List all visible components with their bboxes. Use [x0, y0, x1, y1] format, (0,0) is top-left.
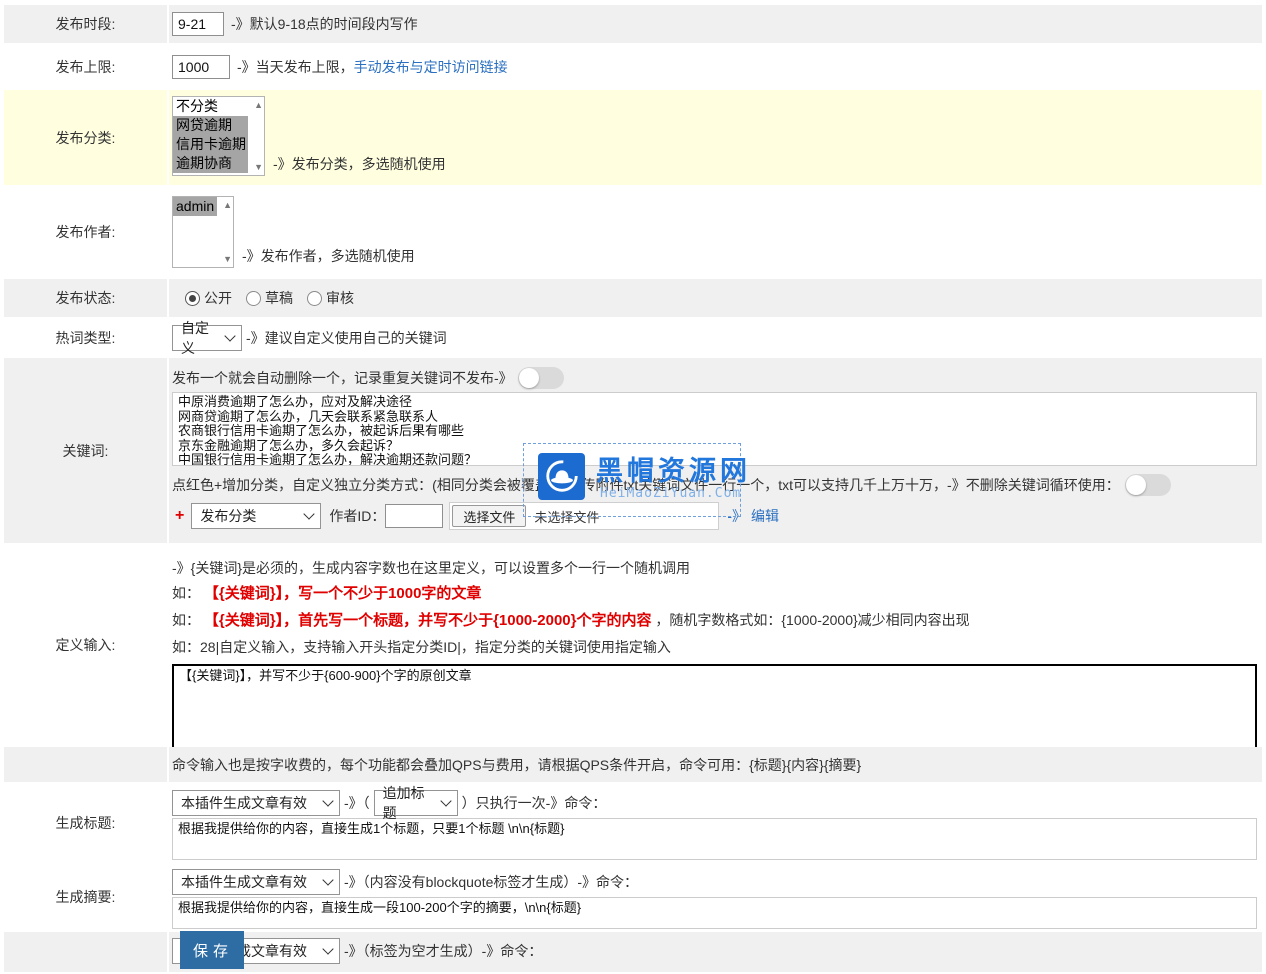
- publish-time-input[interactable]: [172, 12, 224, 36]
- chevron-down-icon: [322, 874, 333, 885]
- manual-publish-link[interactable]: 手动发布与定时访问链接: [354, 57, 508, 77]
- black-hat-logo-icon: [538, 453, 585, 500]
- category-option[interactable]: 逾期协商: [173, 154, 248, 173]
- publish-status-label: 发布状态:: [4, 279, 167, 317]
- chevron-down-icon: [224, 330, 235, 341]
- keywords-label: 关键词:: [4, 358, 167, 543]
- publish-limit-note: -》当天发布上限，: [237, 57, 354, 77]
- example-rest-text: ，随机字数格式如：{1000-2000}减少相同内容出现: [655, 612, 969, 628]
- command-fee-note: 命令输入也是按字收费的，每个功能都会叠加QPS与费用，请根据QPS条件开启，命令…: [172, 755, 861, 775]
- edit-link[interactable]: 编辑: [751, 506, 779, 526]
- scroll-down-icon[interactable]: ▼: [254, 162, 263, 172]
- example-prefix: 如：: [172, 612, 200, 628]
- scroll-down-icon[interactable]: ▼: [223, 254, 232, 264]
- radio-off-icon: [246, 291, 261, 306]
- category-multiselect[interactable]: 不分类 网贷逾期 信用卡逾期 逾期协商 ▲ ▼: [172, 96, 265, 176]
- chevron-down-icon: [322, 943, 333, 954]
- chevron-down-icon: [304, 508, 315, 519]
- radio-off-icon: [307, 291, 322, 306]
- keyword-loop-toggle[interactable]: [1125, 474, 1171, 496]
- publish-author-label: 发布作者:: [4, 187, 167, 277]
- publish-category-note: -》发布分类，多选随机使用: [273, 154, 446, 174]
- publish-category-label: 发布分类:: [4, 90, 167, 185]
- hotword-type-select[interactable]: 自定义: [172, 325, 242, 351]
- hotword-type-value: 自定义: [181, 318, 218, 358]
- save-button[interactable]: 保存: [180, 931, 244, 969]
- title-mode-note: ）只执行一次-》命令：: [462, 793, 607, 813]
- add-category-button[interactable]: +: [175, 507, 184, 525]
- radio-draft[interactable]: 草稿: [246, 288, 293, 308]
- define-note-4: 如：28|自定义输入，支持输入开头指定分类ID|，指定分类的关键词使用指定输入: [172, 634, 1262, 660]
- define-note-2: 如： 【{关键词}】，写一个不少于1000字的文章: [172, 580, 1262, 607]
- radio-public-label: 公开: [204, 288, 232, 308]
- abstract-command-textarea[interactable]: 根据我提供给你的内容，直接生成一段100-200个字的摘要，\n\n{标题}: [172, 897, 1257, 929]
- watermark: 黑帽资源网 HeiMaoZiYuan.Com: [523, 443, 741, 517]
- plugin-settings-page: 发布时段: -》默认9-18点的时间段内写作 发布上限: -》当天发布上限， 手…: [0, 0, 1266, 960]
- row-generate-abstract: 生成摘要: 本插件生成文章有效 -》（内容没有blockquote标签才生成）-…: [4, 864, 1262, 930]
- chevron-down-icon: [322, 795, 333, 806]
- row-publish-author: 发布作者: admin ▲ ▼ -》发布作者，多选随机使用: [4, 187, 1262, 277]
- radio-public[interactable]: 公开: [185, 288, 232, 308]
- keywords-auto-delete-note: 发布一个就会自动删除一个，记录重复关键词不发布-》: [172, 368, 513, 388]
- example-prefix: 如：: [172, 585, 200, 601]
- choose-file-button[interactable]: 选择文件: [452, 505, 526, 527]
- watermark-title: 黑帽资源网: [596, 449, 751, 488]
- define-note-1: -》{关键词}是必须的，生成内容字数也在这里定义，可以设置多个一行一个随机调用: [172, 551, 1262, 580]
- row-publish-status: 发布状态: 公开 草稿 审核: [4, 279, 1262, 317]
- generate-abstract-label: 生成摘要:: [4, 864, 167, 930]
- title-command-textarea[interactable]: 根据我提供给你的内容，直接生成1个标题，只要1个标题 \n\n{标题}: [172, 818, 1257, 860]
- hotword-type-label: 热词类型:: [4, 319, 167, 356]
- row-publish-category: 发布分类: 不分类 网贷逾期 信用卡逾期 逾期协商 ▲ ▼ -》发布分类，多选随…: [4, 90, 1262, 185]
- title-append-select[interactable]: 追加标题: [374, 790, 458, 816]
- radio-review[interactable]: 审核: [307, 288, 354, 308]
- status-radio-group: 公开 草稿 审核: [185, 288, 354, 308]
- title-append-value: 追加标题: [383, 783, 434, 823]
- chevron-down-icon: [440, 795, 451, 806]
- scroll-up-icon[interactable]: ▲: [223, 200, 232, 210]
- radio-draft-label: 草稿: [265, 288, 293, 308]
- radio-on-icon: [185, 291, 200, 306]
- row-command-note: 命令输入也是按字收费的，每个功能都会叠加QPS与费用，请根据QPS条件开启，命令…: [4, 747, 1262, 782]
- keyword-category-select[interactable]: 发布分类: [191, 503, 321, 529]
- publish-limit-input[interactable]: [172, 55, 230, 79]
- author-multiselect[interactable]: admin ▲ ▼: [172, 196, 234, 268]
- example-red-text: 【{关键词}】，首先写一个标题，并写不少于{1000-2000}个字的内容: [204, 612, 652, 629]
- generate-title-label: 生成标题:: [4, 784, 167, 862]
- define-input-label: 定义输入:: [4, 545, 167, 745]
- publish-time-label: 发布时段:: [4, 5, 167, 43]
- row-define-input: 定义输入: -》{关键词}是必须的，生成内容字数也在这里定义，可以设置多个一行一…: [4, 545, 1262, 745]
- row-publish-time: 发布时段: -》默认9-18点的时间段内写作: [4, 5, 1262, 43]
- abstract-mode-value: 本插件生成文章有效: [181, 872, 307, 892]
- category-option[interactable]: 信用卡逾期: [173, 135, 248, 154]
- hotword-type-note: -》建议自定义使用自己的关键词: [246, 328, 447, 348]
- abstract-mode-note: -》（内容没有blockquote标签才生成）-》命令：: [344, 872, 638, 892]
- title-mode-value: 本插件生成文章有效: [181, 793, 307, 813]
- tag-mode-note: -》（标签为空才生成）-》命令：: [344, 941, 542, 961]
- example-red-text: 【{关键词}】，写一个不少于1000字的文章: [204, 585, 482, 602]
- publish-time-note: -》默认9-18点的时间段内写作: [231, 14, 418, 34]
- watermark-domain: HeiMaoZiYuan.Com: [600, 486, 741, 501]
- define-input-textarea[interactable]: 【{关键词}】，并写不少于{600-900}个字的原创文章: [172, 664, 1257, 750]
- arrow-text: -》（: [344, 793, 370, 813]
- publish-author-note: -》发布作者，多选随机使用: [242, 246, 415, 266]
- row-hotword-type: 热词类型: 自定义 -》建议自定义使用自己的关键词: [4, 319, 1262, 356]
- author-option[interactable]: admin: [173, 197, 217, 216]
- publish-limit-label: 发布上限:: [4, 45, 167, 88]
- title-mode-select[interactable]: 本插件生成文章有效: [172, 790, 340, 816]
- abstract-mode-select[interactable]: 本插件生成文章有效: [172, 869, 340, 895]
- no-repeat-toggle[interactable]: [518, 367, 564, 389]
- scroll-up-icon[interactable]: ▲: [254, 100, 263, 110]
- define-note-3: 如： 【{关键词}】，首先写一个标题，并写不少于{1000-2000}个字的内容…: [172, 607, 1262, 634]
- empty-label: [4, 747, 167, 782]
- author-id-input[interactable]: [385, 504, 443, 528]
- empty-label: [4, 932, 167, 972]
- row-publish-limit: 发布上限: -》当天发布上限， 手动发布与定时访问链接: [4, 45, 1262, 88]
- category-option[interactable]: 网贷逾期: [173, 116, 248, 135]
- category-option[interactable]: 不分类: [173, 97, 248, 116]
- radio-review-label: 审核: [326, 288, 354, 308]
- row-generate-title: 生成标题: 本插件生成文章有效 -》（ 追加标题 ）只执行一次-》命令： 根据我…: [4, 784, 1262, 862]
- keyword-category-value: 发布分类: [200, 506, 256, 526]
- author-id-label: 作者ID：: [329, 506, 385, 526]
